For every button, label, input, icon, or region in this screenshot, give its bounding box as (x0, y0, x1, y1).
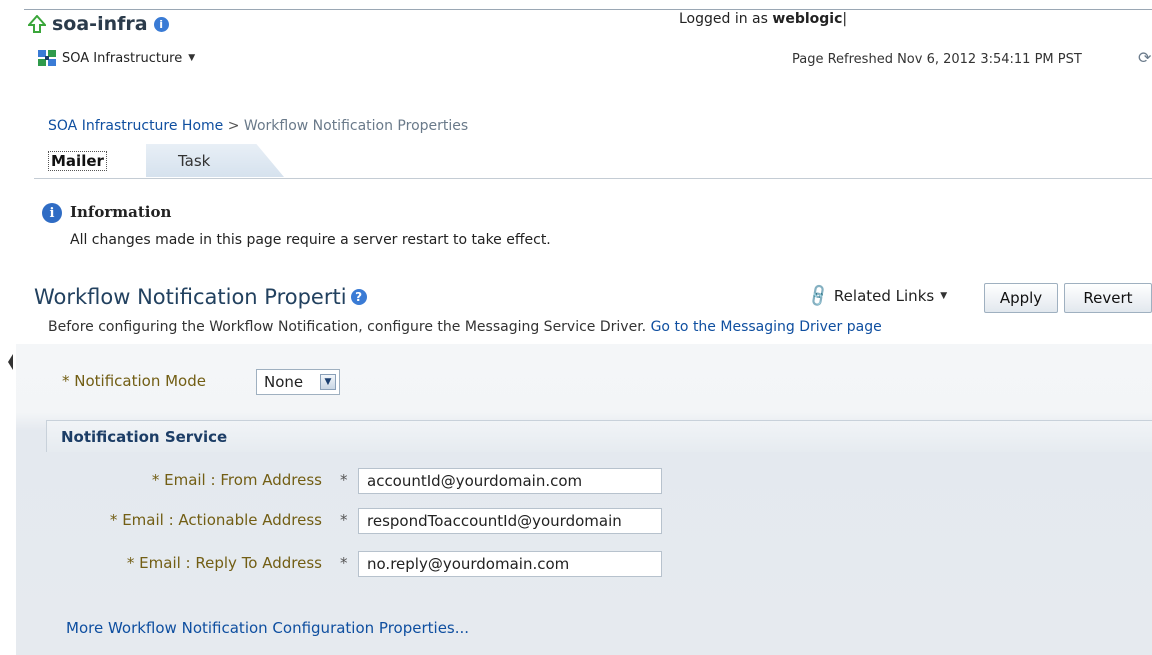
breadcrumb-separator: > (227, 118, 240, 134)
info-message: All changes made in this page require a … (70, 232, 551, 248)
refresh-icon[interactable]: ⟳ (1138, 48, 1151, 67)
app-title-text: soa-infra (52, 13, 148, 35)
more-configuration-properties-link[interactable]: More Workflow Notification Configuration… (66, 619, 469, 637)
revert-button[interactable]: Revert (1064, 283, 1152, 313)
info-title: Information (70, 203, 172, 221)
notification-mode-label: * Notification Mode (62, 372, 206, 390)
tab-task[interactable]: Task (146, 144, 284, 177)
related-links-menu[interactable]: 🔗 Related Links ▼ (804, 282, 948, 309)
text-cursor: | (842, 11, 848, 27)
tab-mailer-label: Mailer (48, 150, 107, 171)
required-marker: * (340, 511, 348, 529)
info-icon[interactable]: i (153, 16, 169, 32)
section-title: Notification Service (61, 427, 228, 446)
breadcrumb-current: Workflow Notification Properties (243, 118, 469, 134)
page-title: Workflow Notification Properti ? (34, 285, 367, 309)
target-menu[interactable]: SOA Infrastructure ▼ (38, 50, 195, 66)
logged-in-prefix: Logged in as (679, 11, 773, 27)
required-marker: * (340, 471, 348, 489)
header-divider (24, 9, 1152, 10)
link-chain-icon: 🔗 (804, 282, 832, 309)
chevron-down-icon: ▼ (940, 290, 948, 301)
description-text: Before configuring the Workflow Notifica… (48, 319, 647, 335)
related-links-label: Related Links (833, 286, 935, 305)
page-refreshed-text: Page Refreshed Nov 6, 2012 3:54:11 PM PS… (792, 52, 1082, 67)
actionable-address-label: * Email : Actionable Address (109, 511, 322, 529)
tab-task-label: Task (178, 151, 211, 170)
soa-infrastructure-icon (38, 50, 56, 66)
from-address-input[interactable] (358, 468, 662, 494)
dropdown-arrow-icon: ▼ (320, 374, 336, 390)
tab-bar: Mailer Task (34, 144, 1152, 179)
logged-in-status: Logged in as weblogic| (679, 11, 847, 27)
information-icon: i (42, 203, 62, 223)
target-menu-label: SOA Infrastructure (62, 50, 183, 66)
collapse-pane-icon[interactable] (8, 354, 13, 370)
notification-mode-select[interactable]: None ▼ (256, 369, 340, 395)
logged-in-user[interactable]: weblogic (772, 11, 842, 27)
help-icon[interactable]: ? (350, 289, 367, 305)
tab-mailer[interactable]: Mailer (34, 144, 146, 177)
page-title-text: Workflow Notification Properti (34, 285, 347, 309)
breadcrumb-home-link[interactable]: SOA Infrastructure Home (48, 118, 223, 134)
app-title: soa-infra i (28, 13, 169, 35)
notification-service-header: Notification Service (46, 420, 1152, 452)
notification-mode-value: None (264, 373, 304, 391)
messaging-driver-link[interactable]: Go to the Messaging Driver page (651, 319, 882, 335)
reply-to-address-input[interactable] (358, 551, 662, 577)
chevron-down-icon: ▼ (188, 53, 196, 63)
page-description: Before configuring the Workflow Notifica… (48, 319, 882, 335)
required-marker: * (340, 554, 348, 572)
reply-to-address-label: * Email : Reply To Address (126, 554, 322, 572)
breadcrumb: SOA Infrastructure Home > Workflow Notif… (48, 118, 468, 134)
content-panel (16, 344, 1152, 655)
from-address-label: * Email : From Address (151, 471, 322, 489)
actionable-address-input[interactable] (358, 508, 662, 534)
up-arrow-icon (28, 15, 46, 33)
apply-button[interactable]: Apply (984, 283, 1058, 313)
